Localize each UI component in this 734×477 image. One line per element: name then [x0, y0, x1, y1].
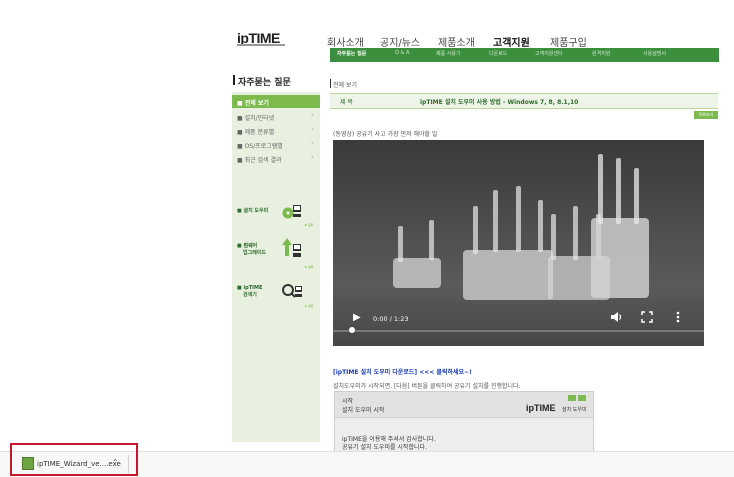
antenna — [516, 186, 521, 252]
cd-icon — [282, 203, 301, 219]
subnav-download[interactable]: 다운로드 — [489, 50, 507, 57]
chevron-right-icon: › — [311, 125, 314, 133]
antenna — [634, 168, 639, 224]
router-image — [591, 218, 649, 298]
promo-label: 설치 도우미 — [243, 208, 269, 214]
video-time: 0:00 / 1:23 — [373, 315, 409, 323]
sidebar-item-label: 제품 분류별 — [244, 129, 275, 136]
wizard-screenshot: 시작 설치 도우미 시작 ipTIME 설치 도우미 ipTIME을 이용해 주… — [334, 391, 594, 457]
upgrade-icon — [282, 238, 301, 257]
breadcrumb-bar — [330, 79, 331, 88]
antenna — [598, 154, 603, 224]
sidebar-title: 자주묻는 질문 — [238, 78, 291, 88]
antenna — [573, 206, 578, 260]
antenna — [398, 226, 403, 262]
promo-label: ipTIME — [243, 285, 263, 291]
promo-label-2: 검색기 — [243, 292, 257, 298]
subnav-faq[interactable]: 자주묻는 질문 — [337, 50, 366, 57]
minimize-icon — [568, 395, 576, 401]
magnifier-icon — [282, 283, 302, 299]
nav-notice[interactable]: 공지/뉴스 — [380, 34, 420, 49]
chevron-right-icon: › — [311, 139, 314, 147]
sidebar-title-bar — [233, 75, 235, 85]
sidebar-item-recent[interactable]: ■ 최근 검색 결과 — [237, 155, 282, 164]
go-link[interactable]: ▸ go — [305, 264, 313, 269]
sidebar-item-all[interactable]: ■ 전체 보기 — [237, 98, 269, 107]
subnav-qa[interactable]: Q & A — [395, 50, 409, 56]
bullet-icon: ■ — [237, 100, 245, 107]
fullscreen-icon[interactable] — [641, 311, 653, 325]
antenna — [551, 214, 556, 260]
promo-install-wizard[interactable]: ■ 설치 도우미 — [237, 208, 268, 215]
video-progress-bar[interactable] — [333, 330, 704, 332]
sidebar-item-label: 전체 보기 — [244, 100, 269, 107]
wizard-download-link[interactable]: [ipTIME 설치 도우미 다운로드] <<< 클릭하세요~! — [333, 367, 472, 376]
nav-buy[interactable]: 제품구입 — [550, 34, 587, 49]
antenna — [429, 220, 434, 260]
router-image — [393, 258, 441, 288]
wizard-step: 시작 — [342, 398, 354, 405]
volume-icon[interactable] — [611, 311, 623, 325]
close-icon — [578, 395, 586, 401]
sidebar-item-os[interactable]: ■ OS/프로그램별 — [237, 141, 283, 150]
article-title: ipTIME 설치 도우미 사용 방법 - Windows 7, 8, 8.1,… — [420, 99, 579, 106]
download-item-highlight — [10, 443, 138, 476]
play-icon[interactable]: ▶ — [353, 312, 361, 323]
bullet-icon: ■ — [237, 157, 245, 164]
table-col-label: 제 목 — [340, 99, 353, 106]
sidebar-item-label: OS/프로그램별 — [244, 143, 283, 150]
sidebar-item-label: 설치/인터넷 — [244, 115, 275, 122]
subnav-review[interactable]: 제품 사용기 — [436, 50, 461, 57]
logo-underline — [237, 44, 285, 46]
promo-label-2: 업그레이드 — [243, 250, 267, 256]
bullet-icon: ■ — [237, 115, 245, 122]
video-caption: (동영상) 공유기 사고 가장 먼저 해야할 일 — [333, 131, 438, 138]
promo-finder[interactable]: ■ ipTIME 검색기 — [237, 285, 262, 299]
bullet-icon: ■ — [237, 143, 245, 150]
chevron-right-icon: › — [311, 111, 314, 119]
wizard-body-line: 공유기 설치 도우미를 시작합니다. — [342, 444, 427, 451]
instruction-text: 설치도우미가 시작되면, [다음] 버튼을 클릭하여 공유기 설치를 진행합니다… — [333, 383, 521, 390]
promo-label: 펌웨어 — [243, 243, 258, 249]
wizard-step-title: 설치 도우미 시작 — [342, 407, 385, 414]
nav-support[interactable]: 고객지원 — [493, 34, 530, 49]
subnav-manual[interactable]: 사용설명서 — [643, 50, 666, 57]
more-options-icon[interactable] — [676, 311, 680, 325]
bullet-icon: ■ — [237, 129, 245, 136]
antenna — [493, 190, 498, 252]
wizard-logo: ipTIME — [526, 403, 556, 413]
subnav-center[interactable]: 고객지원센터 — [535, 50, 563, 57]
list-button[interactable]: 목록보기 — [694, 111, 718, 119]
nav-products[interactable]: 제품소개 — [438, 34, 475, 49]
sidebar-item-install[interactable]: ■ 설치/인터넷 — [237, 113, 274, 122]
video-player[interactable]: ▶ 0:00 / 1:23 — [333, 140, 704, 346]
sidebar-item-label: 최근 검색 결과 — [244, 157, 282, 164]
router-image — [463, 250, 553, 300]
sidebar-item-product[interactable]: ■ 제품 분류별 — [237, 127, 274, 136]
nav-company[interactable]: 회사소개 — [327, 34, 364, 49]
video-scrub-handle[interactable] — [349, 327, 355, 333]
go-link[interactable]: ▸ go — [305, 303, 313, 308]
breadcrumb: 전체 보기 — [333, 82, 357, 89]
subnav-remote[interactable]: 원격지원 — [592, 50, 610, 57]
antenna — [473, 206, 478, 254]
wizard-logo-sub: 설치 도우미 — [562, 407, 587, 413]
antenna — [616, 158, 621, 224]
promo-firmware[interactable]: ■ 펌웨어 업그레이드 — [237, 243, 266, 257]
go-link[interactable]: ▸ go — [305, 222, 313, 227]
chevron-right-icon: › — [311, 153, 314, 161]
antenna — [538, 200, 543, 252]
